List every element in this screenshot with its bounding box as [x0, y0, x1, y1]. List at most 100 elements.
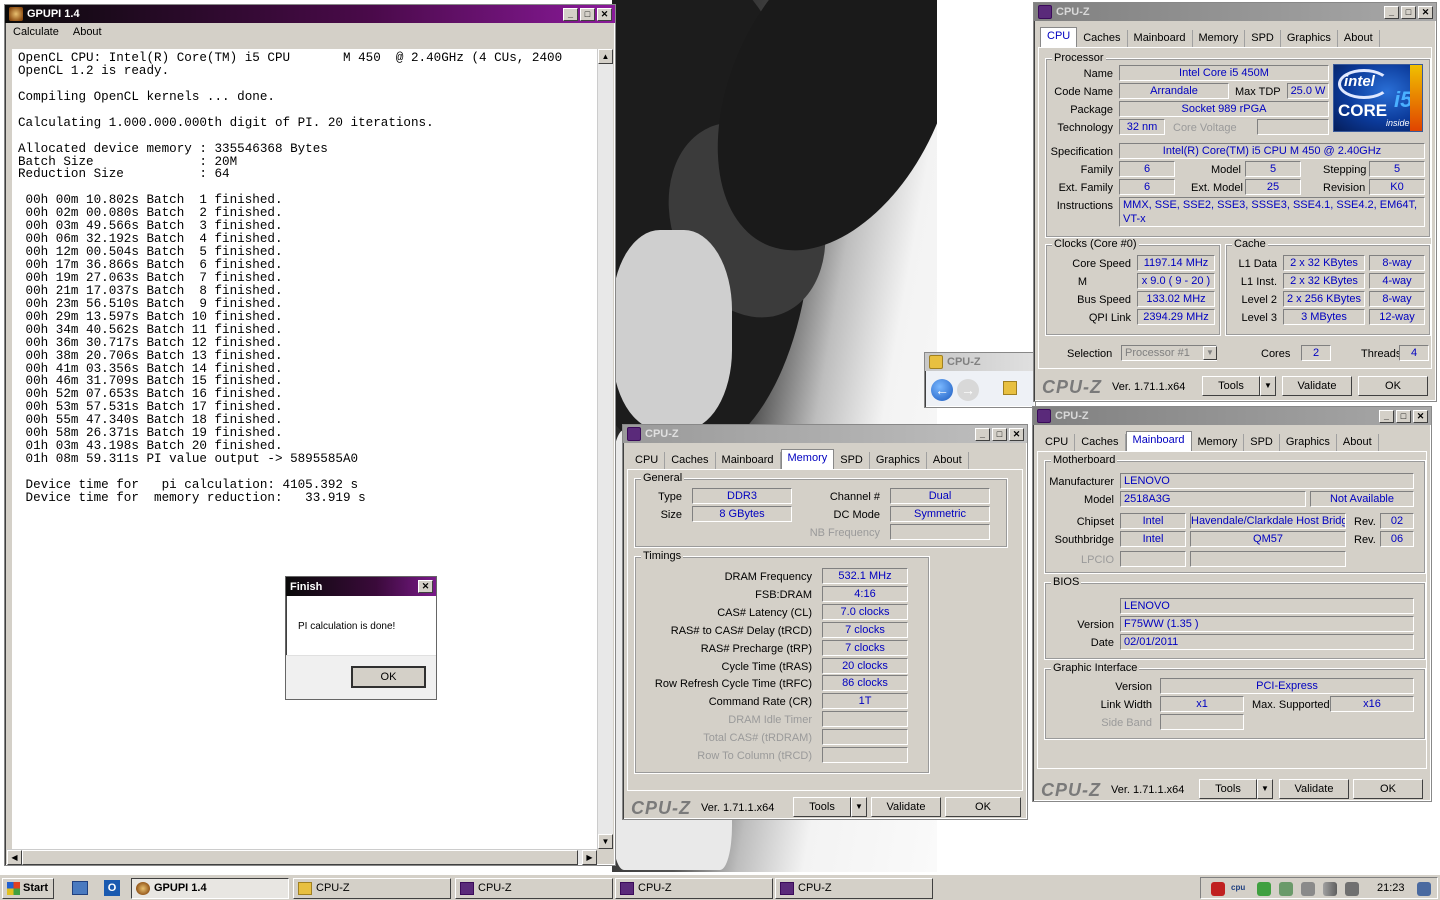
minimize-button[interactable]: _: [975, 427, 990, 441]
tab-memory[interactable]: Memory: [1192, 434, 1245, 451]
start-button[interactable]: Start: [2, 878, 54, 899]
clock[interactable]: 21:23: [1377, 882, 1405, 894]
cpuz-mainboard-titlebar[interactable]: CPU-Z _ □ ✕: [1033, 407, 1431, 425]
tools-button[interactable]: Tools: [793, 797, 851, 817]
ok-button[interactable]: OK: [1353, 779, 1423, 799]
show-desktop-icon[interactable]: [1417, 882, 1431, 896]
tab-caches[interactable]: Caches: [1075, 434, 1126, 451]
scroll-up-arrow-icon[interactable]: ▲: [598, 49, 613, 64]
maximize-button[interactable]: □: [1396, 409, 1411, 423]
cpuz-memory-footer: CPU-Z Ver. 1.71.1.x64: [631, 796, 774, 820]
motherboard-legend: Motherboard: [1051, 454, 1118, 466]
explorer-titlebar[interactable]: CPU-Z: [925, 353, 1035, 371]
taskbar-item-gpupi[interactable]: GPUPI 1.4: [131, 878, 289, 899]
tab-mainboard[interactable]: Mainboard: [1128, 30, 1193, 47]
scroll-left-arrow-icon[interactable]: ◀: [7, 850, 22, 865]
tab-graphics[interactable]: Graphics: [1281, 30, 1338, 47]
finish-title: Finish: [290, 580, 323, 593]
selection-dropdown-arrow-icon[interactable]: ▼: [1203, 346, 1217, 360]
explorer-title: CPU-Z: [947, 356, 981, 368]
instructions-label: Instructions: [1056, 200, 1113, 212]
tab-caches[interactable]: Caches: [1077, 30, 1128, 47]
tools-dropdown-icon[interactable]: ▼: [1257, 779, 1273, 799]
tab-cpu[interactable]: CPU: [1039, 434, 1076, 451]
taskbar-item-cpuz-2[interactable]: CPU-Z: [615, 878, 773, 899]
cpu-tray-icon[interactable]: cpu: [1231, 883, 1245, 892]
chipset-model-value: Havendale/Clarkdale Host Bridge: [1190, 513, 1346, 529]
tab-spd[interactable]: SPD: [1244, 434, 1280, 451]
quicklaunch-outlook-icon[interactable]: O: [104, 880, 120, 896]
close-button[interactable]: ✕: [418, 580, 433, 593]
tab-spd[interactable]: SPD: [1245, 30, 1281, 47]
gi-version-label: Version: [1115, 681, 1152, 693]
finish-ok-button[interactable]: OK: [351, 666, 426, 688]
tab-mainboard[interactable]: Mainboard: [1125, 431, 1192, 451]
validate-button[interactable]: Validate: [871, 797, 941, 817]
technology-label: Technology: [1057, 122, 1113, 134]
console-line: Allocated device memory : 335546368 Byte…: [18, 141, 328, 156]
maximize-button[interactable]: □: [992, 427, 1007, 441]
gpupi-window: GPUPI 1.4 _ □ ✕ Calculate About OpenCL C…: [4, 4, 616, 866]
tools-button[interactable]: Tools: [1202, 376, 1260, 396]
volume-tray-icon[interactable]: [1345, 882, 1359, 896]
tab-spd[interactable]: SPD: [834, 452, 870, 469]
shield-tray-icon[interactable]: [1211, 882, 1225, 896]
console-vertical-scrollbar[interactable]: ▲ ▼: [597, 49, 613, 849]
maximize-button[interactable]: □: [1401, 5, 1416, 19]
close-button[interactable]: ✕: [1009, 427, 1024, 441]
menu-about[interactable]: About: [73, 26, 102, 38]
minimize-button[interactable]: _: [1384, 5, 1399, 19]
menu-calculate[interactable]: Calculate: [13, 26, 59, 38]
cpuz-memory-window: CPU-Z _ □ ✕ CPU Caches Mainboard Memory …: [622, 424, 1028, 820]
tab-memory[interactable]: Memory: [780, 449, 835, 469]
back-button-icon[interactable]: ←: [931, 379, 953, 401]
close-button[interactable]: ✕: [597, 7, 612, 21]
quicklaunch-desktop-icon[interactable]: [72, 881, 88, 895]
gpupi-titlebar[interactable]: GPUPI 1.4 _ □ ✕: [5, 5, 615, 23]
tools-dropdown-icon[interactable]: ▼: [1260, 376, 1276, 396]
lpcio-value: [1120, 551, 1186, 567]
ok-button[interactable]: OK: [1358, 376, 1428, 396]
tab-graphics[interactable]: Graphics: [870, 452, 927, 469]
cpuz-cpu-titlebar[interactable]: CPU-Z _ □ ✕: [1034, 3, 1436, 21]
tab-cpu[interactable]: CPU: [1040, 27, 1078, 47]
validate-button[interactable]: Validate: [1279, 779, 1349, 799]
network-tray-icon[interactable]: [1279, 882, 1293, 896]
tab-caches[interactable]: Caches: [665, 452, 716, 469]
minimize-button[interactable]: _: [563, 7, 578, 21]
taskbar-item-cpuz-1[interactable]: CPU-Z: [455, 878, 613, 899]
timings-legend: Timings: [641, 550, 684, 562]
console-line: OpenCL 1.2 is ready.: [18, 63, 170, 78]
tab-graphics[interactable]: Graphics: [1280, 434, 1337, 451]
address-folder-icon: [1003, 381, 1017, 395]
scroll-right-arrow-icon[interactable]: ▶: [582, 850, 597, 865]
scroll-down-arrow-icon[interactable]: ▼: [598, 834, 613, 849]
minimize-button[interactable]: _: [1379, 409, 1394, 423]
package-value: Socket 989 rPGA: [1119, 101, 1329, 117]
forward-button-icon[interactable]: →: [957, 379, 979, 401]
tab-about[interactable]: About: [1337, 434, 1379, 451]
l1-inst-way: 4-way: [1369, 273, 1425, 289]
tools-dropdown-icon[interactable]: ▼: [851, 797, 867, 817]
maximize-button[interactable]: □: [580, 7, 595, 21]
tab-about[interactable]: About: [927, 452, 969, 469]
tab-cpu[interactable]: CPU: [629, 452, 666, 469]
tab-memory[interactable]: Memory: [1193, 30, 1246, 47]
usb-tray-icon[interactable]: [1301, 882, 1315, 896]
signal-tray-icon[interactable]: [1323, 882, 1337, 896]
ok-button[interactable]: OK: [945, 797, 1021, 817]
tab-about[interactable]: About: [1338, 30, 1380, 47]
finish-titlebar[interactable]: Finish ✕: [286, 577, 436, 596]
tools-button[interactable]: Tools: [1199, 779, 1257, 799]
console-horizontal-scrollbar[interactable]: ◀ ▶: [7, 849, 597, 865]
close-button[interactable]: ✕: [1413, 409, 1428, 423]
tab-mainboard[interactable]: Mainboard: [716, 452, 781, 469]
taskbar-item-cpuz-folder[interactable]: CPU-Z: [293, 878, 451, 899]
validate-button[interactable]: Validate: [1282, 376, 1352, 396]
cpuz-memory-titlebar[interactable]: CPU-Z _ □ ✕: [623, 425, 1027, 443]
taskbar-item-cpuz-3[interactable]: CPU-Z: [775, 878, 933, 899]
horizontal-scroll-thumb[interactable]: [22, 850, 578, 865]
battery-tray-icon[interactable]: [1257, 882, 1271, 896]
close-button[interactable]: ✕: [1418, 5, 1433, 19]
family-value: 6: [1119, 161, 1175, 177]
